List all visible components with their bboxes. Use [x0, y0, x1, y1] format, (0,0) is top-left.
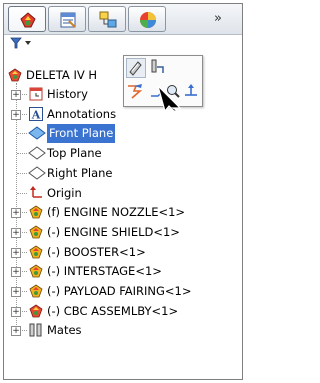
tree-item[interactable]: + (-) INTERSTAGE<1>: [4, 262, 242, 281]
expand-toggle[interactable]: +: [11, 110, 21, 120]
tree-item-label: Origin: [47, 186, 82, 200]
tree-item-label: Annotations: [47, 107, 117, 121]
tree-item-label: Right Plane: [47, 166, 113, 180]
tree-item[interactable]: Origin: [4, 184, 242, 203]
mouse-pointer-arrow-icon: [156, 84, 182, 112]
expand-toggle[interactable]: +: [11, 208, 21, 218]
configuration-manager-icon: [99, 11, 117, 28]
tree-item[interactable]: + (-) ENGINE SHIELD<1>: [4, 223, 242, 242]
tree-item[interactable]: + (-) BOOSTER<1>: [4, 243, 242, 262]
assembly-icon: [8, 68, 22, 82]
insert-components-icon: [129, 61, 142, 76]
tree-item-label: Top Plane: [47, 146, 102, 160]
manager-tab-bar: »: [4, 4, 242, 35]
tree-item-label: Mates: [47, 323, 82, 337]
tree-item[interactable]: + (-) CBC ASSEMLBY<1>: [4, 302, 242, 321]
mate-icon: [151, 59, 164, 73]
tree-item-label: (-) PAYLOAD FAIRING<1>: [47, 284, 192, 298]
tree-item[interactable]: Front Plane: [4, 124, 242, 143]
svg-text:A: A: [31, 109, 41, 122]
tree-root-label: DELETA IV H: [26, 68, 98, 82]
tree-item-label: Front Plane: [47, 124, 116, 143]
tree-item-label: (-) CBC ASSEMLBY<1>: [47, 304, 179, 318]
expand-toggle[interactable]: +: [11, 267, 21, 277]
mate-button[interactable]: [148, 58, 168, 78]
tree-item-label: History: [47, 87, 88, 101]
tree-item[interactable]: + Mates: [4, 321, 242, 340]
expand-toggle[interactable]: +: [11, 287, 21, 297]
tab-feature-manager[interactable]: [8, 6, 46, 32]
tree-branch-line: [17, 173, 27, 174]
edit-sketch-button[interactable]: [126, 82, 146, 102]
tree-branch-line: [17, 193, 27, 194]
feature-manager-icon: [20, 12, 36, 28]
feature-manager-panel: » DELETA IV H + History + A Annotations Front…: [3, 3, 243, 380]
tree-item[interactable]: + (-) PAYLOAD FAIRING<1>: [4, 282, 242, 301]
tree-branch-line: [17, 153, 27, 154]
tree-item-label: (f) ENGINE NOZZLE<1>: [47, 205, 186, 219]
mates-icon: [28, 322, 44, 344]
expand-toggle[interactable]: +: [11, 228, 21, 238]
display-manager-icon: [140, 12, 156, 28]
tab-property-manager[interactable]: [48, 6, 86, 32]
expand-toggle[interactable]: +: [11, 326, 21, 336]
tree-item-label: (-) INTERSTAGE<1>: [47, 264, 162, 278]
more-tabs-chevron[interactable]: »: [214, 11, 222, 26]
tree-item-label: (-) BOOSTER<1>: [47, 245, 146, 259]
expand-toggle[interactable]: +: [11, 307, 21, 317]
tree-item[interactable]: + (f) ENGINE NOZZLE<1>: [4, 203, 242, 222]
tab-display-manager[interactable]: [128, 6, 166, 32]
expand-toggle[interactable]: +: [11, 248, 21, 258]
tree-item[interactable]: Top Plane: [4, 144, 242, 163]
insert-components-button[interactable]: [126, 58, 146, 78]
edit-sketch-icon: [128, 84, 143, 99]
filter-icon: [10, 37, 31, 49]
tab-configuration-manager[interactable]: [88, 6, 126, 32]
tree-item-label: (-) ENGINE SHIELD<1>: [47, 225, 180, 239]
tree-item[interactable]: Right Plane: [4, 164, 242, 183]
tree-item[interactable]: + A Annotations: [4, 105, 242, 124]
tree-filter[interactable]: [10, 37, 40, 51]
property-manager-icon: [60, 12, 76, 28]
tree-branch-line: [17, 133, 27, 134]
expand-toggle[interactable]: +: [11, 90, 21, 100]
